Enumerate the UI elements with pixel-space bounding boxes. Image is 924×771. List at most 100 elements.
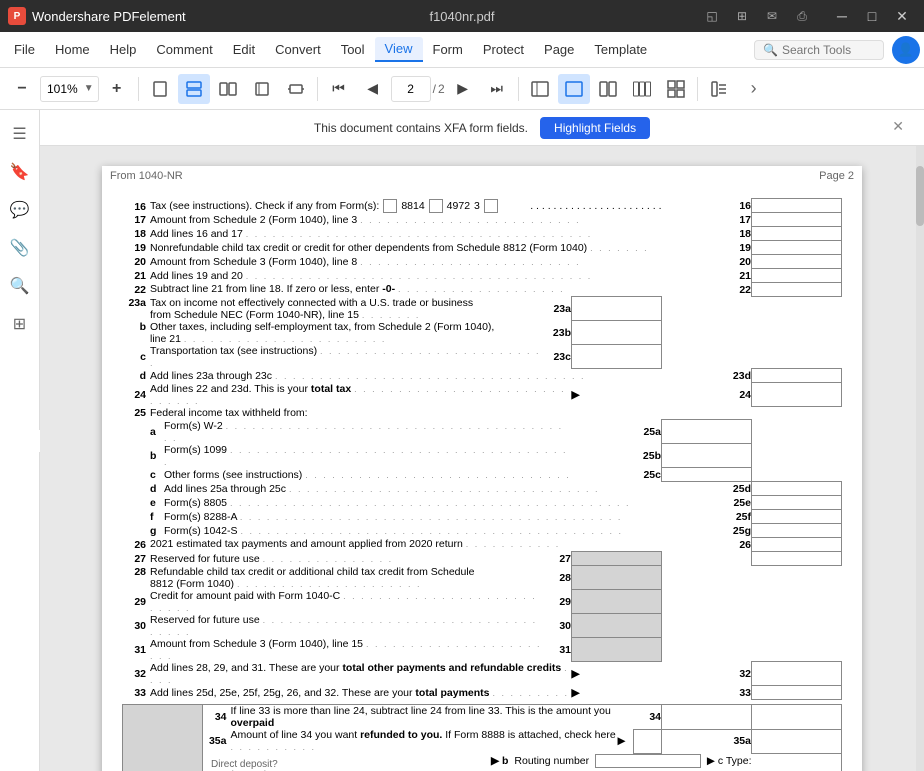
line-23a-text: Tax on income not effectively connected … — [150, 297, 473, 321]
rnum-31-inner: 31 — [544, 638, 572, 662]
input-17[interactable] — [752, 213, 842, 227]
input-19[interactable] — [752, 241, 842, 255]
input-23a[interactable] — [572, 297, 662, 321]
view-mode-btn1[interactable] — [558, 74, 590, 104]
input-25d[interactable] — [752, 482, 842, 496]
input-27-inner[interactable] — [572, 552, 662, 566]
close-btn[interactable]: ✕ — [888, 4, 916, 28]
scrollbar[interactable] — [916, 146, 924, 771]
fit-page-btn[interactable] — [246, 74, 278, 104]
toolbar: − 101% ▼ + ⏮ ◀ / 2 ▶ ⏭ — [0, 68, 924, 110]
line-num-20: 20 — [122, 255, 150, 269]
fit-width-btn[interactable] — [280, 74, 312, 104]
input-16[interactable] — [752, 199, 842, 213]
single-page-btn[interactable] — [144, 74, 176, 104]
pdf-viewer[interactable]: From 1040-NR Page 2 16 Tax (see instruct… — [40, 146, 924, 771]
window-icon-btn[interactable]: ◱ — [698, 4, 726, 28]
input-33[interactable] — [752, 686, 842, 700]
sidebar-layers[interactable]: ⊞ — [4, 308, 36, 340]
history-icon-btn[interactable]: ⊞ — [728, 4, 756, 28]
print-icon-btn[interactable]: ⎙ — [788, 4, 816, 28]
line-34-text: If line 33 is more than line 24, subtrac… — [231, 705, 611, 729]
zoom-in-btn[interactable]: + — [101, 74, 133, 104]
input-24[interactable] — [752, 383, 842, 407]
form-table: 16 Tax (see instructions). Check if any … — [122, 198, 842, 700]
line-31-text: Amount from Schedule 3 (Form 1040), line… — [150, 638, 363, 650]
menu-file[interactable]: File — [4, 38, 45, 61]
menu-tool[interactable]: Tool — [331, 38, 375, 61]
input-27[interactable] — [752, 552, 842, 566]
input-35a[interactable] — [752, 729, 842, 753]
arrow-c: ▶ c Type: — [707, 755, 752, 767]
page-number-input[interactable] — [391, 76, 431, 102]
scrollbar-thumb[interactable] — [916, 166, 924, 226]
rnum-23a: 23a — [544, 297, 572, 321]
input-25e[interactable] — [752, 496, 842, 510]
input-22[interactable] — [752, 283, 842, 297]
menu-form[interactable]: Form — [423, 38, 473, 61]
next-page-btn[interactable]: ▶ — [447, 74, 479, 104]
line-25e-dots: . . . . . . . . . . . . . . . . . . . . … — [230, 498, 631, 508]
sidebar-bookmarks[interactable]: 🔖 — [4, 156, 36, 188]
menu-page[interactable]: Page — [534, 38, 584, 61]
sidebar-attachments[interactable]: 📎 — [4, 232, 36, 264]
input-21[interactable] — [752, 269, 842, 283]
last-page-btn[interactable]: ⏭ — [481, 74, 513, 104]
input-32[interactable] — [752, 662, 842, 686]
two-page-btn[interactable] — [212, 74, 244, 104]
input-28-inner[interactable] — [572, 566, 662, 590]
panel-toggle-btn[interactable] — [524, 74, 556, 104]
input-25b[interactable] — [662, 444, 752, 468]
zoom-control[interactable]: 101% ▼ — [40, 76, 99, 102]
input-20[interactable] — [752, 255, 842, 269]
menu-comment[interactable]: Comment — [146, 38, 222, 61]
routing-number-input[interactable] — [595, 754, 701, 768]
menu-protect[interactable]: Protect — [473, 38, 534, 61]
input-34[interactable] — [662, 705, 752, 730]
input-25a[interactable] — [662, 420, 752, 444]
mail-icon-btn[interactable]: ✉ — [758, 4, 786, 28]
input-18[interactable] — [752, 227, 842, 241]
rnum-23c: 23c — [544, 345, 572, 369]
search-input[interactable] — [782, 43, 882, 57]
minimize-btn[interactable]: ─ — [828, 4, 856, 28]
input-25f[interactable] — [752, 510, 842, 524]
input-23d[interactable] — [752, 369, 842, 383]
xfa-close-btn[interactable]: ✕ — [892, 118, 904, 135]
input-23b[interactable] — [572, 321, 662, 345]
sidebar-comments[interactable]: 💬 — [4, 194, 36, 226]
sep4 — [697, 77, 698, 101]
view-mode-btn2[interactable] — [592, 74, 624, 104]
menu-edit[interactable]: Edit — [223, 38, 265, 61]
menu-home[interactable]: Home — [45, 38, 100, 61]
settings-btn[interactable] — [703, 74, 735, 104]
zoom-out-btn[interactable]: − — [6, 74, 38, 104]
more-btn[interactable]: › — [737, 74, 769, 104]
input-26[interactable] — [752, 538, 842, 552]
scroll-btn[interactable] — [178, 74, 210, 104]
search-box[interactable]: 🔍 — [754, 40, 884, 60]
menu-view[interactable]: View — [375, 37, 423, 62]
first-page-btn[interactable]: ⏮ — [323, 74, 355, 104]
sidebar-search[interactable]: 🔍 — [4, 270, 36, 302]
user-avatar[interactable]: 👤 — [892, 36, 920, 64]
prev-page-btn[interactable]: ◀ — [357, 74, 389, 104]
input-23c[interactable] — [572, 345, 662, 369]
highlight-fields-btn[interactable]: Highlight Fields — [540, 117, 650, 139]
view-mode-btn4[interactable] — [660, 74, 692, 104]
input-30-inner[interactable] — [572, 614, 662, 638]
menu-template[interactable]: Template — [584, 38, 657, 61]
zoom-dropdown-arrow[interactable]: ▼ — [84, 83, 98, 94]
rnum-18: 18 — [662, 227, 752, 241]
menu-convert[interactable]: Convert — [265, 38, 331, 61]
maximize-btn[interactable]: □ — [858, 4, 886, 28]
view-mode-btn3[interactable] — [626, 74, 658, 104]
input-25c[interactable] — [662, 468, 752, 482]
table-row: 26 2021 estimated tax payments and amoun… — [122, 538, 842, 552]
input-25g[interactable] — [752, 524, 842, 538]
input-29-inner[interactable] — [572, 590, 662, 614]
checkbox-35a[interactable] — [634, 729, 662, 753]
menu-help[interactable]: Help — [100, 38, 147, 61]
sidebar-thumbnails[interactable]: ☰ — [4, 118, 36, 150]
input-31-inner[interactable] — [572, 638, 662, 662]
